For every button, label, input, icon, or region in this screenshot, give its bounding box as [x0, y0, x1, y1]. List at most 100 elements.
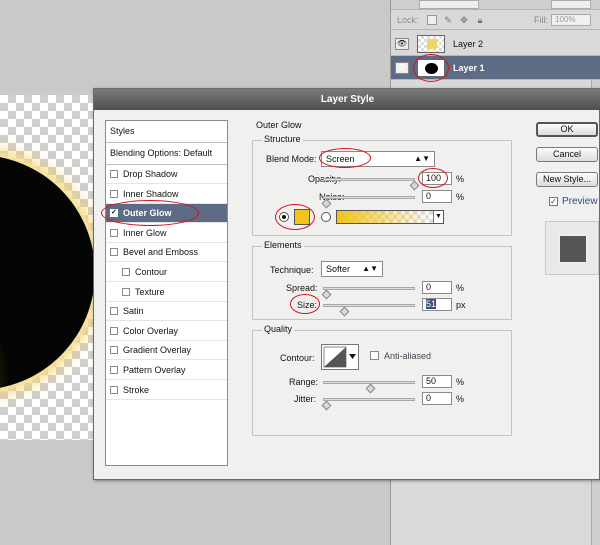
jitter-slider-track[interactable] [323, 398, 415, 401]
style-item-stroke[interactable]: Stroke [106, 381, 227, 400]
fill-label: Fill: [534, 15, 548, 25]
range-input[interactable]: 50 [422, 375, 452, 388]
style-checkbox[interactable] [122, 268, 130, 276]
dropdown-arrow-icon[interactable]: ▼ [433, 211, 443, 223]
opacity-input[interactable]: 100 [422, 172, 452, 185]
cancel-button[interactable]: Cancel [536, 147, 598, 162]
gradient-swatch[interactable]: ▼ [336, 210, 444, 224]
style-item-satin[interactable]: Satin [106, 302, 227, 322]
style-checkbox[interactable] [110, 326, 118, 335]
style-item-gradient-overlay[interactable]: Gradient Overlay [106, 341, 227, 361]
eye-icon[interactable]: 👁︎ [395, 38, 409, 50]
style-item-label: Contour [135, 267, 168, 277]
opacity-field[interactable] [551, 0, 591, 9]
lock-pixels-icon[interactable]: ✎ [443, 15, 453, 25]
styles-header[interactable]: Styles [106, 121, 227, 143]
style-checkbox[interactable] [110, 385, 118, 394]
style-item-label: Inner Shadow [123, 188, 179, 199]
contour-picker[interactable] [321, 344, 359, 370]
style-checkbox[interactable] [110, 248, 118, 257]
dialog-body: Styles Blending Options: Default Drop Sh… [94, 110, 599, 479]
style-checkbox[interactable] [110, 346, 118, 355]
thumbnail-content [425, 63, 438, 74]
range-label: Range: [289, 377, 319, 387]
glow-color-swatch[interactable] [294, 209, 310, 225]
spread-slider-track[interactable] [323, 287, 415, 290]
blend-mode-field[interactable] [419, 0, 479, 9]
noise-slider-track[interactable] [323, 196, 415, 199]
technique-select[interactable]: Softer ▲▼ [321, 261, 383, 277]
style-item-pattern-overlay[interactable]: Pattern Overlay [106, 361, 227, 380]
contour-label: Contour: [280, 353, 315, 363]
blend-mode-label: Blend Mode: [266, 154, 317, 164]
anti-aliased-checkbox[interactable] [370, 351, 379, 360]
layer-row-layer-2[interactable]: 👁︎ Layer 2 [391, 32, 600, 56]
layers-panel-top-bar [391, 0, 600, 10]
lock-transparency-icon[interactable] [427, 15, 437, 25]
size-unit: px [456, 300, 466, 310]
style-item-bevel-and-emboss[interactable]: Bevel and Emboss [106, 243, 227, 263]
layer-name: Layer 2 [453, 39, 484, 49]
fill-field[interactable]: 100% [551, 14, 591, 26]
style-checkbox[interactable] [110, 307, 118, 316]
style-item-texture[interactable]: Texture [106, 283, 227, 302]
thumbnail-content [427, 39, 437, 49]
style-item-label: Pattern Overlay [123, 365, 186, 375]
contour-curve-icon [323, 346, 356, 368]
style-item-drop-shadow[interactable]: Drop Shadow [106, 165, 227, 184]
blending-options-item[interactable]: Blending Options: Default [106, 143, 227, 165]
style-item-color-overlay[interactable]: Color Overlay [106, 322, 227, 341]
style-item-outer-glow[interactable]: ✓ Outer Glow [106, 204, 227, 224]
jitter-input[interactable]: 0 [422, 392, 452, 405]
style-item-contour[interactable]: Contour [106, 263, 227, 282]
lock-label: Lock: [397, 15, 419, 25]
radio-dot [282, 215, 286, 219]
style-checkbox[interactable] [122, 287, 130, 296]
lock-all-icon[interactable]: 🔒︎ [475, 15, 485, 25]
opacity-unit: % [456, 174, 465, 184]
style-item-inner-glow[interactable]: Inner Glow [106, 224, 227, 243]
eye-icon[interactable]: 👁︎ [395, 62, 409, 74]
style-checkbox[interactable] [110, 366, 118, 374]
ok-button[interactable]: OK [536, 122, 598, 137]
new-style-button[interactable]: New Style... [536, 172, 598, 187]
preview-checkbox[interactable]: ✓ [549, 197, 558, 206]
size-input[interactable]: 51 [422, 298, 452, 311]
layer-thumbnail [417, 35, 445, 53]
layer-row-layer-1[interactable]: 👁︎ Layer 1 [391, 56, 600, 80]
styles-header-label: Styles [110, 126, 135, 136]
style-item-label: Stroke [123, 384, 150, 395]
structure-title: Structure [262, 134, 303, 144]
jitter-label: Jitter: [294, 394, 317, 404]
gradient-radio[interactable] [321, 212, 331, 222]
style-item-label: Gradient Overlay [123, 345, 192, 356]
style-checkbox[interactable]: ✓ [110, 209, 118, 218]
blend-mode-select[interactable]: Screen ▲▼ [321, 151, 435, 167]
elements-title: Elements [262, 240, 304, 250]
spread-unit: % [456, 283, 465, 293]
anti-aliased-label: Anti-aliased [384, 351, 432, 361]
layer-style-dialog: Layer Style Styles Blending Options: Def… [93, 88, 600, 480]
technique-value: Softer [326, 264, 351, 274]
range-unit: % [456, 377, 465, 387]
solid-color-radio[interactable] [279, 212, 289, 222]
size-value-selected: 51 [426, 299, 437, 309]
spread-input[interactable]: 0 [422, 281, 452, 294]
style-item-label: Outer Glow [123, 208, 172, 219]
preview-label: Preview [562, 196, 598, 207]
style-checkbox[interactable] [110, 189, 118, 198]
style-item-label: Color Overlay [123, 325, 179, 336]
style-checkbox[interactable] [110, 170, 118, 178]
opacity-slider-track[interactable] [323, 178, 415, 181]
layer-name: Layer 1 [453, 63, 485, 73]
noise-input[interactable]: 0 [422, 190, 452, 203]
lock-row: Lock: ✎ ✥ 🔒︎ Fill: 100% [391, 10, 600, 30]
noise-unit: % [456, 192, 465, 202]
style-checkbox[interactable] [110, 228, 118, 237]
style-item-label: Drop Shadow [123, 169, 178, 179]
size-slider-track[interactable] [323, 304, 415, 307]
quality-title: Quality [262, 324, 295, 334]
style-item-inner-shadow[interactable]: Inner Shadow [106, 185, 227, 204]
lock-position-icon[interactable]: ✥ [459, 15, 469, 25]
blending-options-label: Blending Options: Default [110, 148, 213, 158]
